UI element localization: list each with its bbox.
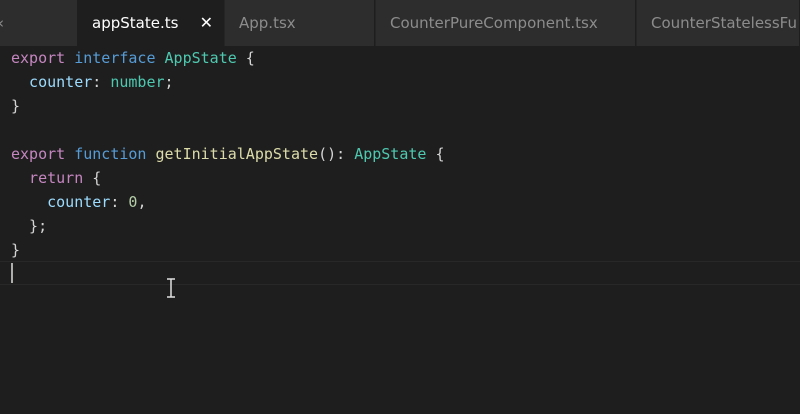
code-line-2: counter: number;: [11, 73, 174, 91]
tab-appstate-ts[interactable]: appState.ts ✕: [78, 0, 224, 46]
close-icon[interactable]: ✕: [200, 14, 213, 32]
code-editor[interactable]: export interface AppState { counter: num…: [0, 46, 800, 414]
code-line-1: export interface AppState {: [11, 49, 255, 67]
text-caret: [11, 263, 13, 283]
tab-overflow-left[interactable]: ‹: [0, 0, 78, 46]
chevron-left-icon: ‹: [0, 14, 4, 32]
ibeam-cursor-icon: [167, 278, 175, 298]
code-line-6: return {: [11, 169, 102, 187]
tab-counter-stateless[interactable]: CounterStatelessFu: [637, 0, 800, 46]
tab-counter-pure-component[interactable]: CounterPureComponent.tsx: [376, 0, 636, 46]
tab-app-tsx[interactable]: App.tsx: [225, 0, 375, 46]
code-line-9: }: [11, 241, 21, 259]
code-line-8: };: [11, 217, 48, 235]
code-line-5: export function getInitialAppState(): Ap…: [11, 145, 445, 163]
tab-bar: ‹ appState.ts ✕ App.tsx CounterPureCompo…: [0, 0, 800, 46]
tab-label: CounterPureComponent.tsx: [390, 14, 598, 32]
code-line-7: counter: 0,: [11, 193, 147, 211]
tab-label: App.tsx: [239, 14, 296, 32]
tab-label: appState.ts: [92, 14, 179, 32]
current-line-highlight: [0, 261, 800, 285]
code-line-3: }: [11, 97, 21, 115]
tab-label: CounterStatelessFu: [651, 14, 797, 32]
